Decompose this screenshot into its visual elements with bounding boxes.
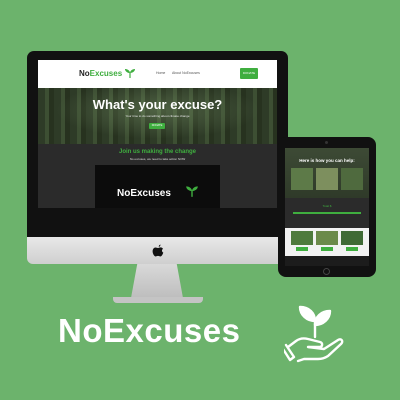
tablet-website: Here is how you can help: Total $ <box>285 148 369 266</box>
hero-section: What's your excuse? Your time to do some… <box>38 88 277 144</box>
card-button[interactable] <box>346 247 358 251</box>
hand-sprout-icon <box>284 305 344 363</box>
hero-tile <box>291 168 313 190</box>
tablet-card[interactable] <box>291 231 313 253</box>
home-button-icon <box>323 268 330 275</box>
sprout-icon <box>186 186 198 197</box>
progress-bar <box>293 212 361 214</box>
nav-link-home[interactable]: Home <box>156 71 165 75</box>
tablet-footer <box>285 256 369 266</box>
video-logo: NoExcuses <box>117 188 171 199</box>
sprout-icon <box>125 69 135 78</box>
hero-tile <box>316 168 338 190</box>
tablet-card[interactable] <box>316 231 338 253</box>
tablet-band-title: Total $ <box>322 204 332 208</box>
imac-stand <box>131 264 183 298</box>
tablet-card[interactable] <box>341 231 363 253</box>
desktop-website: NoExcuses Home About NoExcuses DONATE NO… <box>38 60 277 208</box>
banner-background: NoExcuses Home About NoExcuses DONATE NO… <box>0 0 400 400</box>
hero-tile <box>341 168 363 190</box>
donate-now-button[interactable]: DONATE NOW <box>240 68 258 86</box>
nav-link-about[interactable]: About NoExcuses <box>172 71 200 75</box>
tablet-progress-band: Total $ <box>285 198 369 228</box>
ipad-mockup: Here is how you can help: Total $ <box>278 137 376 277</box>
hero-title: What's your excuse? <box>92 97 223 112</box>
join-title: Join us making the change <box>118 149 196 155</box>
card-button[interactable] <box>321 247 333 251</box>
tablet-hero: Here is how you can help: <box>285 148 369 198</box>
site-navbar: NoExcuses Home About NoExcuses DONATE NO… <box>38 60 277 89</box>
tablet-hero-tiles <box>291 168 363 190</box>
hero-subtitle: Your time to do something about climate … <box>125 114 190 118</box>
video-player[interactable]: NoExcuses <box>95 165 220 208</box>
imac-bezel: NoExcuses Home About NoExcuses DONATE NO… <box>27 51 288 237</box>
site-logo[interactable]: NoExcuses <box>79 69 122 78</box>
tablet-hero-title: Here is how you can help: <box>299 158 355 163</box>
imac-mockup: NoExcuses Home About NoExcuses DONATE NO… <box>27 51 288 303</box>
tablet-cards <box>285 228 369 256</box>
card-image <box>291 231 313 245</box>
join-section: Join us making the change No excuses, we… <box>38 144 277 208</box>
imac-foot <box>113 297 203 303</box>
apple-icon <box>152 244 164 257</box>
card-image <box>341 231 363 245</box>
join-subtitle: No excuses, we need to take action NOW <box>129 157 186 161</box>
card-button[interactable] <box>296 247 308 251</box>
card-image <box>316 231 338 245</box>
camera-icon <box>325 141 328 144</box>
hero-donate-button[interactable]: DONATE <box>149 123 165 129</box>
brand-wordmark: NoExcuses <box>58 312 241 349</box>
